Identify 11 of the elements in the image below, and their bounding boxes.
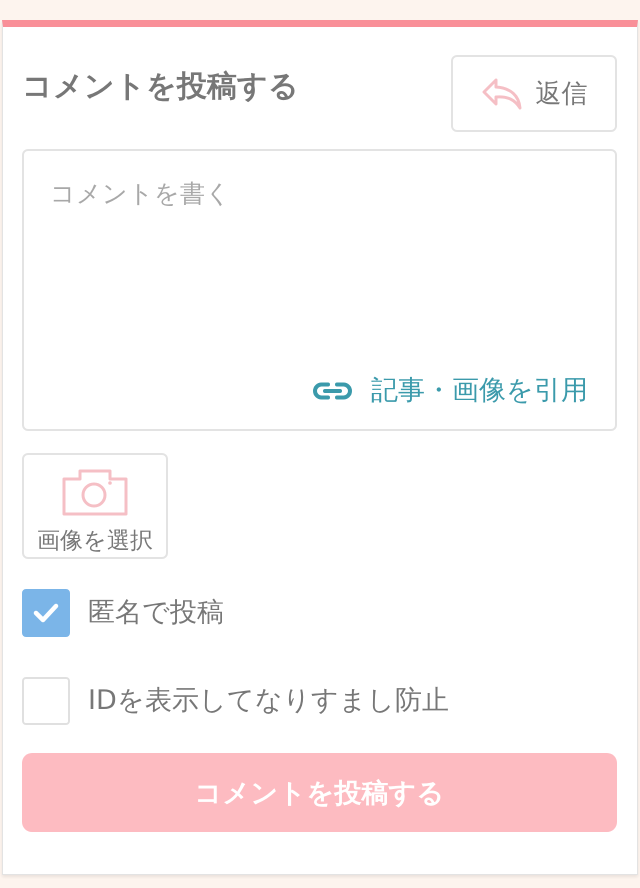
form-title: コメントを投稿する (22, 69, 299, 105)
select-image-button[interactable]: 画像を選択 (22, 453, 168, 559)
checkbox-label[interactable]: 匿名で投稿 (88, 596, 224, 630)
checkbox[interactable] (22, 589, 70, 637)
link-icon (312, 382, 353, 400)
checkbox-label[interactable]: IDを表示してなりすまし防止 (88, 684, 449, 718)
check-icon (33, 603, 59, 623)
camera-icon (62, 468, 128, 516)
reply-button[interactable]: 返信 (451, 55, 617, 132)
reply-arrow-icon (480, 76, 522, 110)
quote-link[interactable]: 記事・画像を引用 (312, 374, 588, 407)
